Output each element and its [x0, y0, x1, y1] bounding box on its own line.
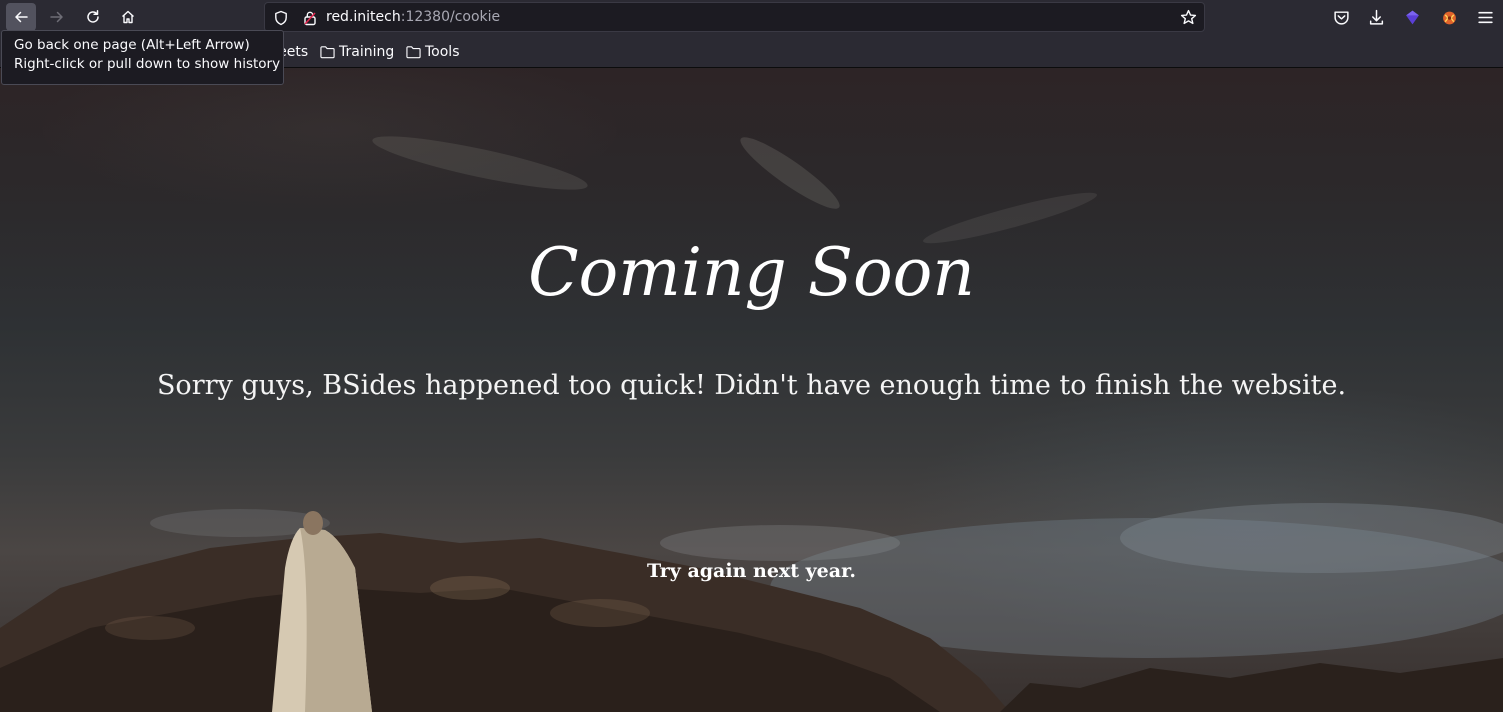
bookmark-tools[interactable]: Tools — [406, 43, 460, 61]
reload-icon — [87, 10, 99, 23]
shield-icon[interactable] — [273, 10, 289, 26]
folder-icon — [406, 46, 421, 59]
home-button[interactable] — [113, 3, 143, 31]
tooltip-line-1: Go back one page (Alt+Left Arrow) — [14, 37, 250, 53]
page-title: Coming Soon — [528, 234, 975, 311]
downloads-button[interactable] — [1367, 8, 1385, 26]
url-text[interactable]: red.initech:12380/cookie — [326, 9, 500, 25]
tooltip-line-2: Right-click or pull down to show history — [14, 56, 281, 72]
menu-icon — [1477, 11, 1493, 23]
lock-icon[interactable] — [302, 10, 318, 26]
forward-button[interactable] — [42, 3, 72, 31]
folder-icon — [320, 46, 335, 59]
bookmark-label: Tools — [425, 44, 460, 60]
url-bar[interactable]: red.initech:12380/cookie — [264, 2, 1205, 32]
back-button-tooltip: Go back one page (Alt+Left Arrow) Right-… — [1, 30, 284, 85]
extension-button-2[interactable] — [1440, 8, 1458, 26]
bookmark-training[interactable]: Training — [320, 43, 394, 61]
reload-button[interactable] — [78, 3, 108, 31]
pocket-icon — [1333, 10, 1349, 25]
bookmark-label: Training — [339, 44, 395, 60]
extension-icon — [1442, 11, 1456, 24]
web-page: Coming Soon Sorry guys, BSides happened … — [0, 68, 1503, 712]
extension-button-1[interactable] — [1403, 8, 1421, 26]
url-host: red.initech — [326, 9, 401, 25]
extension-icon — [1405, 10, 1419, 24]
pocket-button[interactable] — [1332, 8, 1350, 26]
url-path: :12380/cookie — [400, 9, 501, 25]
download-icon — [1369, 9, 1383, 25]
page-footer-text: Try again next year. — [647, 560, 856, 582]
page-message: Sorry guys, BSides happened too quick! D… — [156, 370, 1347, 401]
forward-arrow-icon — [50, 11, 63, 23]
home-icon — [122, 10, 134, 24]
star-icon[interactable] — [1180, 9, 1197, 26]
back-arrow-icon — [15, 11, 28, 23]
menu-button[interactable] — [1476, 8, 1494, 26]
back-button[interactable] — [6, 3, 36, 31]
